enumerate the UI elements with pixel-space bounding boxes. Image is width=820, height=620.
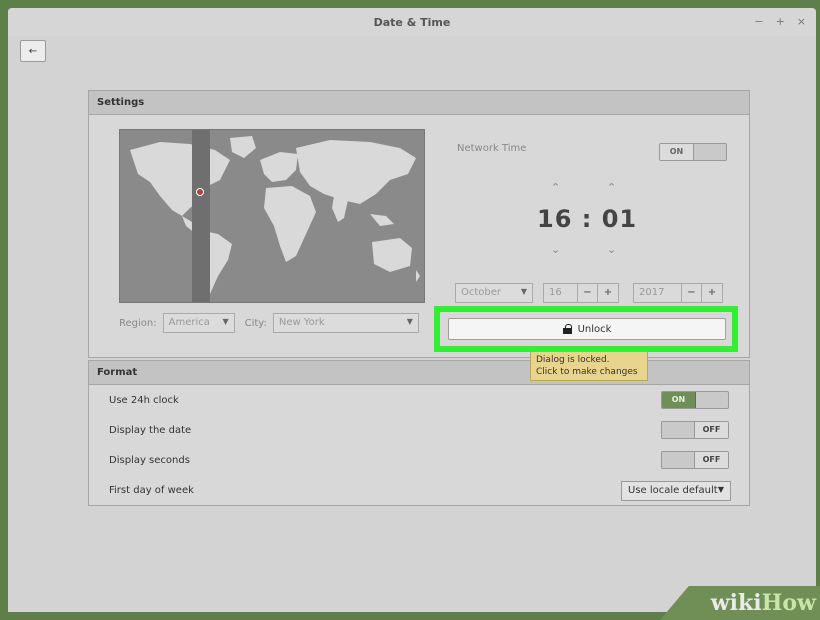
switch-state: ON [660,144,694,160]
chevron-down-icon: ▼ [717,485,724,494]
chevron-down-icon: ▼ [406,317,413,326]
tooltip-line-1: Dialog is locked. [536,355,610,365]
day-spinner[interactable]: 16 − + [543,283,619,303]
lock-icon [562,324,572,334]
watermark-text: wikiHow [710,590,816,616]
city-value: New York [278,317,325,328]
format-frame: Format Use 24h clock ON Display the date… [88,360,750,506]
month-value: October [461,287,502,298]
first-day-label: First day of week [109,485,194,496]
year-minus-button[interactable]: − [682,284,702,302]
region-label: Region: [119,317,157,329]
time-display: 16 : 01 [537,205,638,233]
unlock-label: Unlock [577,323,612,335]
back-arrow-icon: ← [28,45,38,57]
back-button[interactable]: ← [20,40,46,62]
display-seconds-switch[interactable]: OFF [661,451,729,469]
first-day-value: Use locale default [628,485,718,496]
switch-state: OFF [694,422,728,438]
settings-header: Settings [89,91,749,115]
region-value: America [168,317,210,328]
network-time-label: Network Time [457,143,527,154]
use-24h-label: Use 24h clock [109,395,179,406]
tooltip-line-2: Click to make changes [536,367,638,377]
day-minus-button[interactable]: − [578,284,598,302]
display-date-label: Display the date [109,425,192,436]
title-bar: Date & Time − + × [8,8,816,36]
chevron-down-icon: ▼ [222,317,229,326]
chevron-down-icon: ▼ [520,287,527,296]
minimize-button[interactable]: − [754,15,763,28]
minute-up-icon[interactable]: ⌃ [607,181,616,194]
month-dropdown[interactable]: October ▼ [455,283,533,303]
maximize-button[interactable]: + [776,15,785,28]
minute-down-icon[interactable]: ⌄ [607,243,616,256]
year-plus-button[interactable]: + [702,284,722,302]
use-24h-switch[interactable]: ON [661,391,729,409]
locked-tooltip: Dialog is locked. Click to make changes [530,351,648,381]
year-value: 2017 [634,284,682,302]
date-time-window: Date & Time − + × ← Settings Region: Ame… [8,8,816,612]
night-shadow [192,130,210,302]
network-time-switch[interactable]: ON [659,143,727,161]
hour-down-icon[interactable]: ⌄ [551,243,560,256]
unlock-button[interactable]: Unlock [448,318,726,340]
world-map[interactable] [119,129,425,303]
region-city-row: Region: America ▼ City: New York ▼ [119,313,419,333]
world-map-graphic [130,136,420,294]
format-header: Format [89,361,749,385]
city-label: City: [244,317,267,329]
first-day-dropdown[interactable]: Use locale default ▼ [621,481,731,501]
window-title: Date & Time [373,16,451,29]
close-button[interactable]: × [797,15,806,28]
location-pin-icon [196,188,204,196]
display-date-switch[interactable]: OFF [661,421,729,439]
window-controls: − + × [754,15,806,28]
year-spinner[interactable]: 2017 − + [633,283,723,303]
day-plus-button[interactable]: + [598,284,618,302]
switch-state: ON [662,392,696,408]
day-value: 16 [544,284,578,302]
region-dropdown[interactable]: America ▼ [162,313,235,333]
hour-up-icon[interactable]: ⌃ [551,181,560,194]
city-dropdown[interactable]: New York ▼ [272,313,419,333]
display-seconds-label: Display seconds [109,455,190,466]
switch-state: OFF [694,452,728,468]
